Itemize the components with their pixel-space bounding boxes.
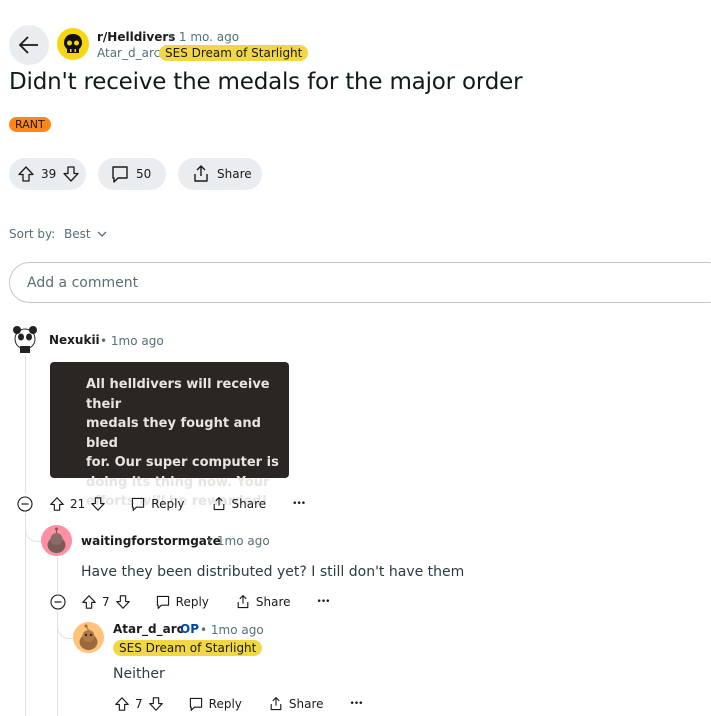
share-icon [194, 165, 208, 182]
reply-button[interactable]: Reply [155, 594, 209, 610]
upvote-icon[interactable] [114, 696, 130, 712]
comment-icon [112, 166, 128, 183]
author-flair: SES Dream of Starlight [159, 45, 309, 61]
back-button[interactable] [9, 25, 49, 65]
comment-username[interactable]: waitingforstormgate [81, 534, 221, 548]
upvote-icon[interactable] [17, 165, 35, 183]
share-icon [213, 497, 224, 511]
comments-button[interactable]: 50 [98, 158, 166, 190]
comment-vote-count: 21 [70, 497, 86, 511]
thread-line[interactable] [25, 513, 26, 716]
downvote-icon[interactable] [148, 696, 164, 712]
image-text-line: doing its thing now. Your [86, 474, 270, 490]
share-icon [270, 697, 282, 711]
comment-time: • 1mo ago [100, 334, 164, 348]
post-flair[interactable]: RANT [9, 117, 51, 132]
image-text-line: medals they fought and bled [86, 416, 261, 451]
share-button[interactable]: Share [235, 594, 291, 610]
comment-actions: 7 Reply Share ••• [50, 592, 331, 612]
image-text-line: for. Our super computer is [86, 455, 279, 470]
add-comment-placeholder: Add a comment [27, 274, 139, 291]
chevron-down-icon [97, 231, 107, 237]
comment-icon [189, 697, 202, 711]
comment-actions: 7 Reply Share ••• [114, 694, 364, 714]
thread-line[interactable] [25, 356, 26, 494]
comment-username[interactable]: Atar_d_arc [113, 622, 184, 636]
subreddit-name[interactable]: r/Helldivers [97, 30, 175, 44]
comment-count: 50 [136, 167, 152, 181]
more-icon[interactable]: ••• [292, 499, 306, 509]
post-author[interactable]: Atar_d_arc [97, 46, 160, 60]
post-title: Didn't receive the medals for the major … [9, 69, 523, 95]
share-button[interactable]: Share [268, 696, 324, 712]
comment-time: • 1mo ago [200, 623, 264, 637]
sort-value: Best [64, 227, 91, 241]
comment-icon [156, 595, 169, 609]
panda-avatar-icon [13, 326, 37, 353]
image-text-line: All helldivers will receive their [86, 377, 270, 412]
comment-time: • 1mo ago [206, 534, 270, 548]
downvote-icon[interactable] [115, 594, 131, 610]
share-label: Share [217, 167, 252, 181]
user-flair: SES Dream of Starlight [113, 640, 263, 656]
reply-button[interactable]: Reply [130, 496, 185, 512]
downvote-icon[interactable] [90, 496, 106, 512]
collapse-icon[interactable] [17, 496, 33, 512]
avatar[interactable] [73, 622, 104, 653]
share-button[interactable]: Share [178, 158, 262, 190]
thread-connector [25, 513, 42, 542]
comment-actions: 21 Reply Share ••• [17, 494, 306, 514]
comment-body: Have they been distributed yet? I still … [81, 564, 465, 580]
sort-label: Sort by: [9, 227, 56, 241]
add-comment-input[interactable]: Add a comment [9, 262, 711, 303]
comment-image[interactable]: All helldivers will receive their medals… [50, 362, 289, 509]
op-badge: OP [180, 622, 199, 636]
share-icon [237, 595, 249, 609]
upvote-icon[interactable] [81, 594, 97, 610]
thread-connector [57, 612, 74, 639]
comment-vote-count: 7 [102, 595, 110, 609]
subreddit-avatar[interactable] [57, 28, 89, 60]
comment-icon [132, 497, 145, 511]
upvote-icon[interactable] [49, 496, 65, 512]
more-icon[interactable]: ••• [350, 699, 364, 709]
reply-button[interactable]: Reply [188, 696, 242, 712]
snoo-avatar-icon [47, 527, 66, 553]
comment-username[interactable]: Nexukii [49, 333, 100, 347]
more-icon[interactable]: ••• [317, 597, 331, 607]
comment-vote-count: 7 [135, 697, 143, 711]
post-time: • 1 mo. ago [168, 30, 240, 44]
helldivers-skull-icon [64, 34, 82, 53]
snoo-avatar-icon [79, 624, 98, 650]
avatar[interactable] [41, 525, 72, 556]
comment-body: Neither [113, 666, 165, 682]
share-button[interactable]: Share [211, 496, 266, 512]
thread-line[interactable] [57, 557, 58, 593]
post-vote-pill: 39 [9, 158, 86, 190]
post-vote-count: 39 [41, 167, 57, 181]
avatar[interactable] [9, 322, 41, 354]
sort-dropdown[interactable]: Best [64, 227, 107, 241]
collapse-icon[interactable] [50, 594, 66, 610]
downvote-icon[interactable] [62, 165, 80, 183]
back-arrow-icon [18, 36, 38, 54]
